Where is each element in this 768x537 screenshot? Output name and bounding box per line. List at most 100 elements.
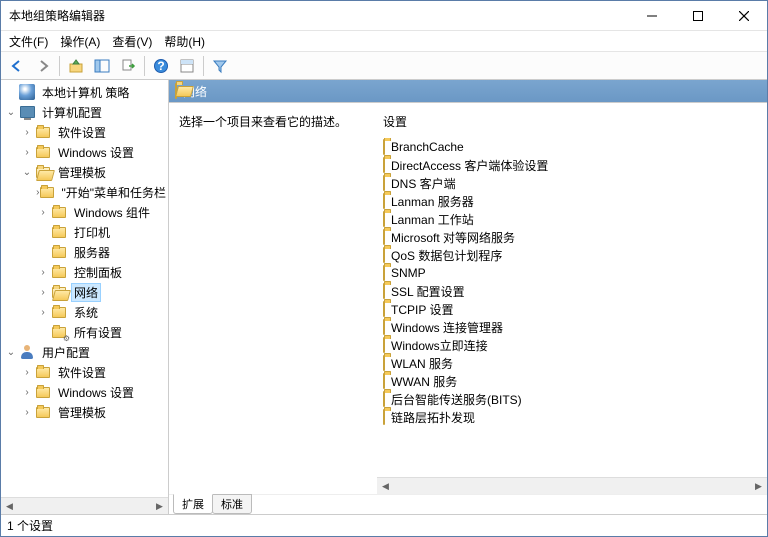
help-button[interactable]: ? bbox=[149, 54, 173, 78]
menu-action[interactable]: 操作(A) bbox=[60, 33, 100, 50]
folder-icon bbox=[383, 302, 385, 316]
scroll-right-icon[interactable]: ▶ bbox=[151, 498, 168, 514]
menu-help[interactable]: 帮助(H) bbox=[164, 33, 205, 50]
folder-icon bbox=[51, 224, 67, 240]
scroll-right-icon[interactable]: ▶ bbox=[750, 478, 767, 494]
tree-windows-settings[interactable]: › Windows 设置 bbox=[1, 142, 169, 162]
status-text: 1 个设置 bbox=[7, 517, 53, 534]
tree-user-software-settings[interactable]: › 软件设置 bbox=[1, 362, 169, 382]
list-item[interactable]: TCPIP 设置 bbox=[377, 300, 767, 318]
list-item-label: Lanman 工作站 bbox=[391, 211, 474, 228]
tree-windows-components[interactable]: › Windows 组件 bbox=[1, 202, 169, 222]
settings-list-body[interactable]: BranchCacheDirectAccess 客户端体验设置DNS 客户端La… bbox=[377, 138, 767, 477]
policy-root-icon bbox=[19, 84, 35, 100]
tree-label: 系统 bbox=[71, 303, 101, 322]
list-item[interactable]: SNMP bbox=[377, 264, 767, 282]
list-item[interactable]: DNS 客户端 bbox=[377, 174, 767, 192]
expand-icon[interactable]: › bbox=[35, 287, 51, 298]
svg-text:?: ? bbox=[157, 59, 164, 73]
tree-user-config[interactable]: ⌄ 用户配置 bbox=[1, 342, 169, 362]
tab-standard[interactable]: 标准 bbox=[212, 494, 252, 514]
tree-label: 本地计算机 策略 bbox=[39, 83, 132, 102]
menubar: 文件(F) 操作(A) 查看(V) 帮助(H) bbox=[1, 31, 767, 52]
tree-server[interactable]: 服务器 bbox=[1, 242, 169, 262]
statusbar: 1 个设置 bbox=[1, 514, 767, 536]
list-item[interactable]: Lanman 工作站 bbox=[377, 210, 767, 228]
list-item[interactable]: WLAN 服务 bbox=[377, 354, 767, 372]
list-item-label: Windows 连接管理器 bbox=[391, 319, 503, 336]
tree-all-settings[interactable]: 所有设置 bbox=[1, 322, 169, 342]
tree-software-settings[interactable]: › 软件设置 bbox=[1, 122, 169, 142]
list-item[interactable]: DirectAccess 客户端体验设置 bbox=[377, 156, 767, 174]
folder-icon bbox=[383, 176, 385, 190]
expand-icon[interactable]: › bbox=[19, 367, 35, 378]
list-item[interactable]: Microsoft 对等网络服务 bbox=[377, 228, 767, 246]
tree-user-windows-settings[interactable]: › Windows 设置 bbox=[1, 382, 169, 402]
menu-view[interactable]: 查看(V) bbox=[112, 33, 152, 50]
list-horizontal-scrollbar[interactable]: ◀ ▶ bbox=[377, 477, 767, 494]
column-header-setting[interactable]: 设置 bbox=[377, 103, 767, 138]
tree-label: 计算机配置 bbox=[39, 103, 105, 122]
tree-label: 管理模板 bbox=[55, 163, 109, 182]
titlebar[interactable]: 本地组策略编辑器 bbox=[1, 1, 767, 31]
tree-control-panel[interactable]: › 控制面板 bbox=[1, 262, 169, 282]
folder-icon bbox=[383, 140, 385, 154]
tree-network[interactable]: › 网络 bbox=[1, 282, 169, 302]
list-item[interactable]: 链路层拓扑发现 bbox=[377, 408, 767, 426]
tree-user-admin-templates[interactable]: › 管理模板 bbox=[1, 402, 169, 422]
list-item[interactable]: Lanman 服务器 bbox=[377, 192, 767, 210]
close-button[interactable] bbox=[721, 1, 767, 30]
up-button[interactable] bbox=[64, 54, 88, 78]
list-item-label: QoS 数据包计划程序 bbox=[391, 247, 502, 264]
expand-icon[interactable]: › bbox=[19, 387, 35, 398]
list-item[interactable]: WWAN 服务 bbox=[377, 372, 767, 390]
export-button[interactable] bbox=[116, 54, 140, 78]
tree-admin-templates[interactable]: ⌄ 管理模板 bbox=[1, 162, 169, 182]
expand-icon[interactable]: › bbox=[35, 267, 51, 278]
scrollbar-track[interactable] bbox=[18, 498, 151, 514]
maximize-button[interactable] bbox=[675, 1, 721, 30]
forward-button[interactable] bbox=[31, 54, 55, 78]
minimize-button[interactable] bbox=[629, 1, 675, 30]
list-item-label: DirectAccess 客户端体验设置 bbox=[391, 157, 548, 174]
tab-extended[interactable]: 扩展 bbox=[173, 494, 213, 514]
details-pane: 网络 选择一个项目来查看它的描述。 设置 BranchCacheDirectAc… bbox=[169, 80, 767, 514]
scroll-left-icon[interactable]: ◀ bbox=[1, 498, 18, 514]
tree-computer-config[interactable]: ⌄ 计算机配置 bbox=[1, 102, 169, 122]
back-button[interactable] bbox=[5, 54, 29, 78]
collapse-icon[interactable]: ⌄ bbox=[3, 347, 19, 358]
folder-icon bbox=[40, 184, 54, 200]
tree-printers[interactable]: 打印机 bbox=[1, 222, 169, 242]
expand-icon[interactable]: › bbox=[35, 207, 51, 218]
list-item[interactable]: Windows立即连接 bbox=[377, 336, 767, 354]
tree-system[interactable]: › 系统 bbox=[1, 302, 169, 322]
folder-icon bbox=[383, 212, 385, 226]
expand-icon[interactable]: › bbox=[35, 307, 51, 318]
settings-list: 设置 BranchCacheDirectAccess 客户端体验设置DNS 客户… bbox=[377, 103, 767, 494]
collapse-icon[interactable]: ⌄ bbox=[19, 167, 35, 178]
tree-root[interactable]: 本地计算机 策略 bbox=[1, 82, 169, 102]
tree-start-menu[interactable]: › "开始"菜单和任务栏 bbox=[1, 182, 169, 202]
list-item[interactable]: 后台智能传送服务(BITS) bbox=[377, 390, 767, 408]
description-column: 选择一个项目来查看它的描述。 bbox=[169, 103, 377, 494]
list-item[interactable]: BranchCache bbox=[377, 138, 767, 156]
filter-button[interactable] bbox=[208, 54, 232, 78]
tree-label: Windows 设置 bbox=[55, 143, 137, 162]
list-item-label: 后台智能传送服务(BITS) bbox=[391, 391, 522, 408]
show-hide-tree-button[interactable] bbox=[90, 54, 114, 78]
list-item[interactable]: SSL 配置设置 bbox=[377, 282, 767, 300]
scroll-left-icon[interactable]: ◀ bbox=[377, 478, 394, 494]
scrollbar-track[interactable] bbox=[394, 478, 750, 494]
tree-pane[interactable]: 本地计算机 策略 ⌄ 计算机配置 › 软件设置 › Windows 设置 ⌄ 管… bbox=[1, 80, 169, 497]
menu-file[interactable]: 文件(F) bbox=[9, 33, 48, 50]
expand-icon[interactable]: › bbox=[19, 127, 35, 138]
list-item[interactable]: QoS 数据包计划程序 bbox=[377, 246, 767, 264]
collapse-icon[interactable]: ⌄ bbox=[3, 107, 19, 118]
list-item[interactable]: Windows 连接管理器 bbox=[377, 318, 767, 336]
list-item-label: SNMP bbox=[391, 266, 426, 280]
properties-button[interactable] bbox=[175, 54, 199, 78]
tree-horizontal-scrollbar[interactable]: ◀ ▶ bbox=[1, 497, 168, 514]
expand-icon[interactable]: › bbox=[19, 407, 35, 418]
expand-icon[interactable]: › bbox=[19, 147, 35, 158]
folder-icon bbox=[51, 264, 67, 280]
